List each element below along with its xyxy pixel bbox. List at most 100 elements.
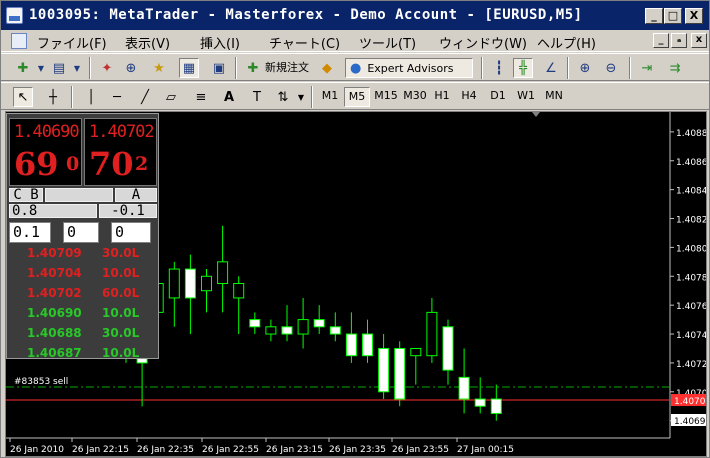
- ask-price-tag-label: 1.40702: [674, 397, 706, 407]
- title-bar[interactable]: 1003095: MetaTrader - Masterforex - Demo…: [1, 1, 709, 30]
- auto-scroll-icon[interactable]: ⇉: [665, 58, 685, 78]
- timeframe-m30[interactable]: M30: [402, 87, 428, 107]
- dom-volume: 10.0L: [102, 306, 140, 320]
- chart-shift-marker: [532, 112, 540, 117]
- expert-advisors-button[interactable]: ● Expert Advisors: [345, 58, 473, 78]
- candlestick-chart-icon[interactable]: ╬: [513, 58, 533, 78]
- candle-bull: [233, 282, 245, 299]
- new-chart-icon[interactable]: ✚: [13, 58, 33, 78]
- timeframe-d1[interactable]: D1: [485, 87, 511, 107]
- fibonacci-icon[interactable]: ≡: [191, 87, 211, 107]
- strategy-tester-icon[interactable]: ▣: [209, 58, 229, 78]
- child-restore-button[interactable]: ₐ: [671, 33, 687, 48]
- zoom-out-icon[interactable]: ⊖: [601, 58, 621, 78]
- toolbar-separator: [71, 86, 73, 108]
- market-watch-icon[interactable]: ✦: [97, 58, 117, 78]
- crosshair-icon[interactable]: ┼: [43, 87, 63, 107]
- timeframe-w1[interactable]: W1: [513, 87, 539, 107]
- dom-volume: 10.0L: [102, 346, 140, 360]
- price-tick-label: 1.40725: [676, 360, 706, 370]
- navigator-icon[interactable]: ★: [149, 58, 169, 78]
- horizontal-line-icon[interactable]: ─: [107, 87, 127, 107]
- menu-window[interactable]: ウィンドウ(W): [439, 33, 527, 52]
- candle-bear: [184, 268, 196, 299]
- price-tick-label: 1.40865: [676, 158, 706, 168]
- cursor-icon[interactable]: ↖: [13, 87, 33, 107]
- timeframe-h4[interactable]: H4: [456, 87, 482, 107]
- candle-bear: [394, 347, 406, 400]
- line-chart-icon[interactable]: ∠: [541, 58, 561, 78]
- dom-price: 1.40690: [27, 306, 82, 320]
- sell-price-box[interactable]: 1.40690 69 0: [9, 118, 82, 186]
- expert-advisors-label: Expert Advisors: [367, 61, 454, 75]
- dom-row[interactable]: 1.40687 10.0L: [27, 346, 147, 362]
- close-button[interactable]: X: [685, 8, 703, 24]
- candle-bear: [362, 333, 373, 357]
- spread-button[interactable]: [45, 188, 113, 202]
- zoom-in-icon[interactable]: ⊕: [575, 58, 595, 78]
- timeframe-h1[interactable]: H1: [429, 87, 455, 107]
- child-minimize-button[interactable]: _: [653, 33, 669, 48]
- vertical-line-icon[interactable]: │: [81, 87, 101, 107]
- trendline-icon[interactable]: ╱: [135, 87, 155, 107]
- bid-price-tag-label: 1.40690: [674, 417, 706, 427]
- dropdown-arrow-icon[interactable]: ▼: [67, 58, 87, 78]
- dom-row[interactable]: 1.40709 30.0L: [27, 246, 147, 262]
- lot-size-input[interactable]: 0.1: [9, 222, 51, 243]
- take-profit-input[interactable]: 0: [111, 222, 151, 243]
- document-icon[interactable]: [11, 33, 27, 49]
- menu-chart[interactable]: チャート(C): [269, 33, 340, 52]
- candle-bull: [217, 261, 229, 284]
- minimize-button[interactable]: _: [645, 8, 663, 24]
- candle-bear: [474, 398, 486, 407]
- candle-bear: [458, 376, 470, 400]
- timeframe-m1[interactable]: M1: [317, 87, 343, 107]
- dom-row[interactable]: 1.40688 30.0L: [27, 326, 147, 342]
- menu-tools[interactable]: ツール(T): [359, 33, 416, 52]
- buy-price-big: 70: [89, 145, 134, 183]
- sell-offset-field[interactable]: 0.8: [9, 204, 97, 218]
- stop-loss-input[interactable]: 0: [63, 222, 99, 243]
- menu-view[interactable]: 表示(V): [125, 33, 170, 52]
- dom-row[interactable]: 1.40702 60.0L: [27, 286, 147, 302]
- candle-bull: [265, 326, 277, 335]
- arrows-icon[interactable]: ⇅: [273, 87, 293, 107]
- timeframe-m15[interactable]: M15: [373, 87, 399, 107]
- new-order-button[interactable]: 新規注文: [265, 59, 309, 75]
- timeframe-m5[interactable]: M5: [344, 87, 370, 107]
- dropdown-arrow-icon[interactable]: ▼: [31, 58, 51, 78]
- window-title: 1003095: MetaTrader - Masterforex - Demo…: [29, 7, 583, 23]
- dom-price: 1.40688: [27, 326, 82, 340]
- buy-offset-field[interactable]: -0.1: [99, 204, 157, 218]
- text-label-icon[interactable]: T: [247, 87, 267, 107]
- chart-shift-icon[interactable]: ⇥: [637, 58, 657, 78]
- child-close-button[interactable]: x: [691, 33, 707, 48]
- buy-button[interactable]: A: [115, 188, 157, 202]
- text-icon[interactable]: A: [219, 87, 239, 107]
- profiles-icon[interactable]: ▤: [49, 58, 69, 78]
- dropdown-arrow-icon[interactable]: ▼: [291, 87, 311, 107]
- sell-button[interactable]: C B: [9, 188, 43, 202]
- dom-row[interactable]: 1.40690 10.0L: [27, 306, 147, 322]
- menu-help[interactable]: ヘルプ(H): [537, 33, 596, 52]
- toolbar-separator: [235, 57, 237, 79]
- maximize-button[interactable]: □: [664, 8, 682, 24]
- app-icon: [6, 7, 23, 24]
- timeframe-mn[interactable]: MN: [541, 87, 567, 107]
- data-window-icon[interactable]: ⊕: [121, 58, 141, 78]
- dom-volume: 60.0L: [102, 286, 140, 300]
- dom-price: 1.40702: [27, 286, 82, 300]
- bar-chart-icon[interactable]: ┇: [489, 58, 509, 78]
- menu-insert[interactable]: 挿入(I): [200, 33, 240, 52]
- dom-price: 1.40687: [27, 346, 82, 360]
- equidistant-channel-icon[interactable]: ▱: [161, 87, 181, 107]
- metaeditor-icon[interactable]: ◆: [317, 58, 337, 78]
- buy-price-box[interactable]: 1.40702 70 2: [84, 118, 157, 186]
- time-tick-label: 26 Jan 22:35: [137, 445, 194, 455]
- price-tick-label: 1.40885: [676, 129, 706, 139]
- dom-row[interactable]: 1.40704 10.0L: [27, 266, 147, 282]
- new-order-icon[interactable]: ✚: [243, 58, 263, 78]
- candle-bear: [249, 319, 261, 328]
- menu-file[interactable]: ファイル(F): [37, 33, 107, 52]
- terminal-icon[interactable]: ▦: [179, 58, 199, 78]
